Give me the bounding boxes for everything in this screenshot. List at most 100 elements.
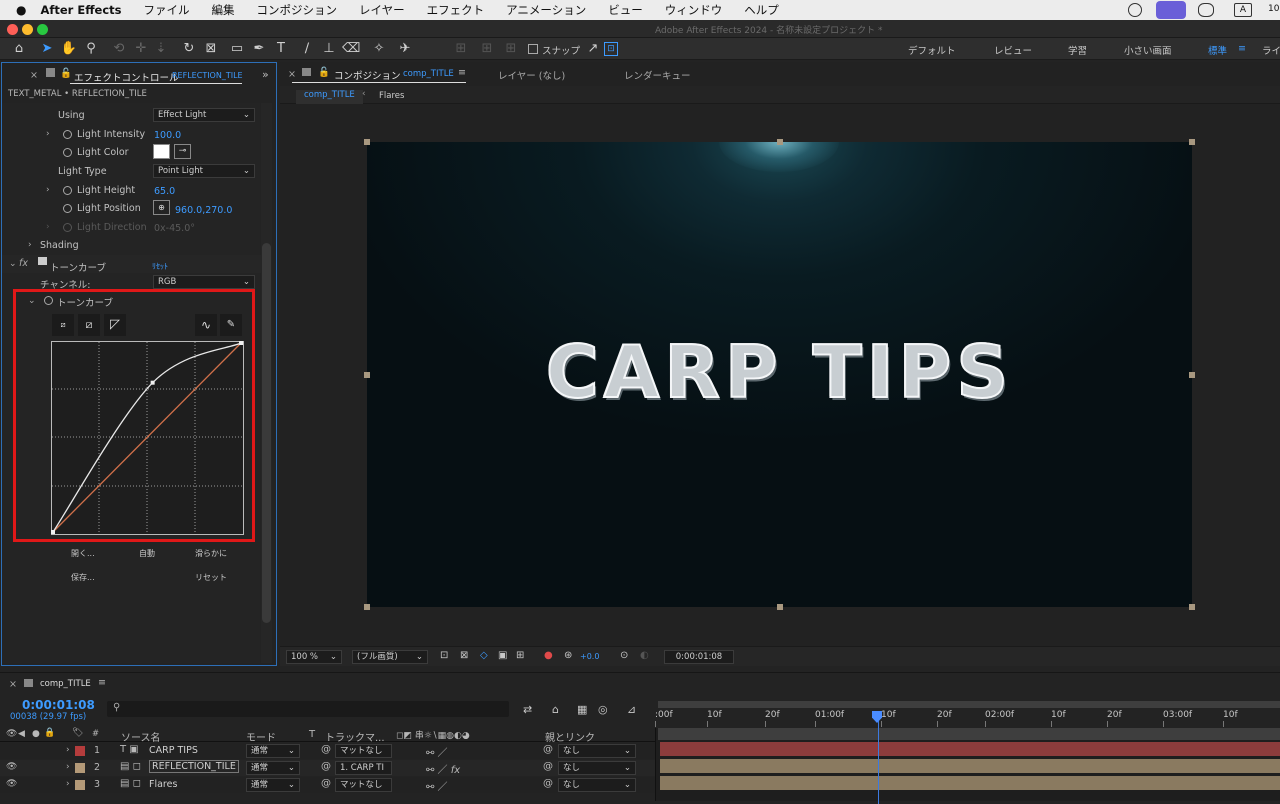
expand-chevron-icon[interactable]: ›: [46, 185, 50, 195]
expand-layer-chevron-icon[interactable]: ›: [66, 745, 70, 755]
render-queue-tab[interactable]: レンダーキュー: [624, 68, 691, 82]
puppet-tool-icon[interactable]: ✈: [396, 40, 414, 58]
source-name-header[interactable]: ソース名: [121, 729, 161, 744]
work-area-bar[interactable]: [658, 701, 1280, 708]
panel-menu-icon[interactable]: [46, 68, 55, 77]
composition-viewer[interactable]: CARP TIPS: [367, 142, 1192, 607]
snap-checkbox[interactable]: [528, 44, 538, 54]
region-of-interest-icon[interactable]: ▣: [498, 650, 507, 661]
switches[interactable]: ⚯ ／ fx: [426, 761, 460, 776]
label-color-swatch[interactable]: [75, 780, 85, 790]
anchor-tool-icon[interactable]: ⊠: [202, 40, 220, 58]
track-matte-dropdown[interactable]: マットなし: [335, 744, 392, 758]
transform-handle[interactable]: [1189, 139, 1195, 145]
workspace-menu-icon[interactable]: ≡: [1238, 43, 1246, 54]
blend-mode-dropdown[interactable]: 通常 ⌄: [246, 761, 300, 775]
curve-preset-2-icon[interactable]: ⧄: [78, 314, 100, 336]
curve-control-point[interactable]: [51, 530, 55, 534]
track-matte-header[interactable]: トラックマ...: [325, 729, 385, 744]
menu-effect[interactable]: エフェクト: [427, 2, 485, 18]
layer-row[interactable]: 👁 › 3 ▤ ◻ Flares 通常 ⌄ @ マットなし ⚯ ／ @ なし ⌄: [0, 777, 655, 793]
effect-controls-tab[interactable]: エフェクトコントロール: [74, 70, 179, 84]
expand-panels-icon[interactable]: »: [262, 68, 269, 81]
close-panel-icon[interactable]: ×: [9, 679, 17, 690]
timeline-tab-menu-icon[interactable]: ≡: [98, 677, 106, 688]
transform-handle[interactable]: [776, 139, 783, 145]
expand-layer-chevron-icon[interactable]: ›: [66, 762, 70, 772]
playhead-line[interactable]: [878, 714, 879, 804]
menu-help[interactable]: ヘルプ: [744, 2, 779, 18]
menu-edit[interactable]: 編集: [212, 2, 235, 18]
layer-source-name[interactable]: CARP TIPS: [149, 745, 198, 756]
layer-search-input[interactable]: ⚲: [107, 701, 509, 717]
workspace-small-screen[interactable]: 小さい画面: [1124, 43, 1172, 57]
lock-column-icon[interactable]: 🔒: [44, 728, 55, 738]
solo-icon[interactable]: ●: [32, 729, 40, 739]
zoom-tool-icon[interactable]: ⚲: [82, 40, 100, 58]
transform-handle[interactable]: [364, 604, 370, 610]
rotate-tool-icon[interactable]: ↻: [180, 40, 198, 58]
lock-icon[interactable]: 🔓: [60, 68, 72, 79]
layer-tab[interactable]: レイヤー (なし): [498, 68, 565, 82]
clone-stamp-tool-icon[interactable]: ⊥: [320, 40, 338, 58]
layer-source-name[interactable]: Flares: [149, 779, 177, 790]
video-visibility-icon[interactable]: 👁: [6, 729, 17, 739]
menu-composition[interactable]: コンポジション: [257, 2, 338, 18]
snapshot-camera-icon[interactable]: ⊙: [620, 650, 628, 661]
input-source-icon[interactable]: A: [1234, 3, 1252, 17]
lock-icon[interactable]: 🔓: [318, 67, 330, 78]
show-snapshot-icon[interactable]: ◐: [640, 650, 649, 661]
snap-options-icon[interactable]: ↗: [584, 40, 602, 58]
parent-link-header[interactable]: 親とリンク: [545, 729, 595, 744]
app-menu[interactable]: After Effects: [40, 3, 121, 17]
eye-visibility-icon[interactable]: 👁: [6, 762, 17, 772]
fast-previews-icon[interactable]: ⊡: [440, 650, 448, 661]
time-ruler[interactable]: :00f 10f 20f 01:00f 10f 20f 02:00f 10f 20f 03:00f…: [655, 701, 1280, 727]
parent-dropdown[interactable]: なし ⌄: [558, 744, 636, 758]
workspace-learn[interactable]: 学習: [1068, 43, 1087, 57]
timeline-tab[interactable]: comp_TITLE: [40, 679, 91, 689]
track-matte-dropdown[interactable]: 1. CARP TI: [335, 761, 392, 775]
time-navigator[interactable]: [658, 728, 1280, 740]
graph-editor-icon[interactable]: ⊿: [627, 703, 636, 716]
label-color-swatch[interactable]: [75, 746, 85, 756]
selection-tool-icon[interactable]: ➤: [38, 40, 56, 58]
menu-window[interactable]: ウィンドウ: [665, 2, 723, 18]
breadcrumb-comp[interactable]: comp_TITLE: [296, 90, 363, 104]
transform-handle[interactable]: [1189, 604, 1195, 610]
curve-preset-1-icon[interactable]: ⧄: [52, 314, 74, 336]
workspace-review[interactable]: レビュー: [994, 43, 1032, 57]
menu-animation[interactable]: アニメーション: [506, 2, 586, 18]
switches[interactable]: ⚯ ／: [426, 744, 448, 759]
exposure-value[interactable]: +0.0: [580, 652, 599, 661]
color-swatch[interactable]: [153, 144, 170, 159]
workspace-default[interactable]: デフォルト: [908, 43, 956, 57]
light-type-dropdown[interactable]: Point Light ⌄: [153, 164, 255, 178]
track-matte-dropdown[interactable]: マットなし: [335, 778, 392, 792]
viewer-timecode[interactable]: 0:00:01:08: [664, 650, 734, 664]
grid-guides-icon[interactable]: ⊞: [516, 650, 524, 661]
fx-toggle[interactable]: fx: [19, 258, 28, 269]
light-position-value[interactable]: 960.0,270.0: [175, 205, 232, 216]
parent-dropdown[interactable]: なし ⌄: [558, 778, 636, 792]
blend-mode-dropdown[interactable]: 通常 ⌄: [246, 778, 300, 792]
comp-title-text[interactable]: CARP TIPS: [367, 329, 1192, 415]
save-button[interactable]: 保存...: [71, 572, 95, 583]
frame-blending-icon[interactable]: ◎: [598, 703, 608, 716]
breadcrumb-flares[interactable]: Flares: [379, 91, 404, 101]
track-matte-pickwhip-icon[interactable]: @: [321, 744, 331, 755]
stopwatch-icon[interactable]: [63, 204, 72, 213]
switches[interactable]: ⚯ ／: [426, 778, 448, 793]
eyedropper-icon[interactable]: ⊸: [174, 144, 191, 159]
tone-curve-reset-link[interactable]: ﾘｾｯﾄ: [152, 261, 168, 272]
smooth-button[interactable]: 滑らかに: [195, 548, 227, 559]
composition-tab[interactable]: コンポジション: [334, 68, 401, 82]
transparency-grid-icon[interactable]: ⊠: [460, 650, 468, 661]
roto-brush-tool-icon[interactable]: ✧: [370, 40, 388, 58]
mode-header[interactable]: モード: [246, 729, 276, 744]
workspace-libraries[interactable]: ライ: [1262, 43, 1280, 57]
channel-rgb-icon[interactable]: ●: [544, 650, 553, 661]
shy-layers-icon[interactable]: ▦: [577, 703, 587, 716]
collapse-chevron-icon[interactable]: ⌄: [28, 296, 36, 306]
status-icon-3[interactable]: [1198, 3, 1214, 17]
